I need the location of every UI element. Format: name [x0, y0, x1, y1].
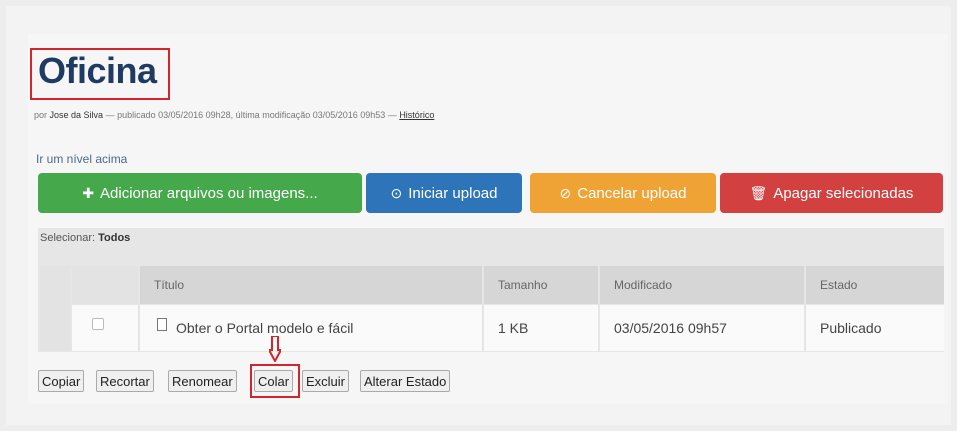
byline-dates: — publicado 03/05/2016 09h28, última mod… [105, 110, 397, 120]
table-row-title[interactable]: Obter o Portal modelo e fácil [140, 305, 482, 351]
header-size[interactable]: Tamanho [484, 266, 598, 304]
table-row-size: 1 KB [484, 305, 598, 351]
history-link[interactable]: Histórico [399, 110, 434, 120]
start-upload-button[interactable]: ⊙ Iniciar upload [366, 173, 522, 213]
checkbox-header [72, 266, 138, 304]
table-row-state: Publicado [806, 305, 944, 351]
header-modified[interactable]: Modificado [600, 266, 804, 304]
checkbox-cell [72, 305, 138, 351]
select-label: Selecionar: [40, 232, 96, 244]
trash-icon: 🗑 [749, 184, 768, 201]
circle-arrow-icon: ⊙ [390, 184, 403, 201]
copy-button[interactable]: Copiar [38, 370, 85, 392]
paste-button[interactable]: Colar [254, 370, 294, 392]
delete-selected-label: Apagar selecionadas [773, 184, 914, 202]
select-row: Selecionar: Todos [40, 232, 130, 244]
byline-prefix: por [34, 110, 48, 120]
file-name[interactable]: Obter o Portal modelo e fácil [176, 320, 353, 336]
add-files-button[interactable]: ✚ Adicionar arquivos ou imagens... [38, 173, 362, 213]
change-state-button[interactable]: Alterar Estado [360, 370, 451, 392]
row-checkbox[interactable] [92, 318, 104, 330]
drag-column [40, 266, 70, 351]
up-level-link[interactable]: Ir um nível acima [36, 152, 127, 166]
table-row-modified: 03/05/2016 09h57 [600, 305, 804, 351]
page-title: Oficina [38, 50, 157, 91]
select-all-link[interactable]: Todos [98, 232, 130, 244]
delete-selected-button[interactable]: 🗑 Apagar selecionadas [720, 173, 943, 213]
start-upload-label: Iniciar upload [408, 184, 498, 202]
delete-button[interactable]: Excluir [302, 370, 350, 392]
header-title[interactable]: Título [140, 266, 482, 304]
add-files-label: Adicionar arquivos ou imagens... [100, 184, 318, 202]
author-link[interactable]: Jose da Silva [50, 110, 104, 120]
header-state[interactable]: Estado [806, 266, 944, 304]
plus-icon: ✚ [82, 184, 95, 201]
cancel-upload-label: Cancelar upload [577, 184, 687, 202]
cut-button[interactable]: Recortar [96, 370, 154, 392]
rename-button[interactable]: Renomear [168, 370, 237, 392]
ban-icon: ⊘ [559, 184, 572, 201]
down-arrow-icon [269, 336, 281, 362]
byline: por Jose da Silva — publicado 03/05/2016… [34, 110, 434, 120]
cancel-upload-button[interactable]: ⊘ Cancelar upload [530, 173, 716, 213]
document-icon [157, 318, 167, 331]
